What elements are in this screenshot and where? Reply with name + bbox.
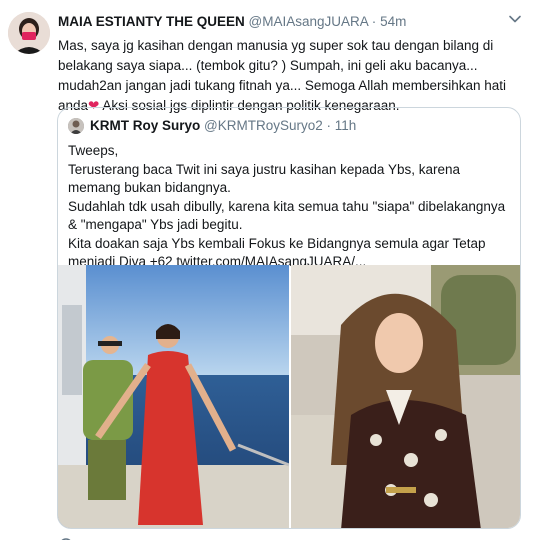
chevron-down-icon[interactable] — [508, 12, 522, 26]
quoted-avatar[interactable] — [68, 118, 84, 134]
avatar[interactable] — [8, 12, 50, 54]
tweet-text: Mas, saya jg kasihan dengan manusia yg s… — [58, 36, 513, 116]
separator-dot: · — [326, 118, 332, 133]
quoted-photo-portrait[interactable] — [291, 265, 520, 528]
quoted-display-name[interactable]: KRMT Roy Suryo — [90, 118, 200, 133]
separator-dot: · — [371, 14, 377, 29]
quoted-text: Tweeps, Terusterang baca Twit ini saya j… — [68, 142, 508, 272]
quoted-line: Terusterang baca Twit ini saya justru ka… — [68, 161, 460, 196]
quoted-line: Sudahlah tdk usah dibully, karena kita s… — [68, 198, 506, 233]
quoted-tweet[interactable]: KRMT Roy Suryo @KRMTRoySuryo2 · 11h Twee… — [57, 107, 521, 529]
tweet-actions — [58, 532, 518, 540]
quoted-timestamp[interactable]: 11h — [335, 118, 357, 133]
quoted-handle[interactable]: @KRMTRoySuryo2 — [204, 118, 323, 133]
display-name[interactable]: MAIA ESTIANTY THE QUEEN — [58, 14, 245, 29]
user-handle[interactable]: @MAIAsangJUARA — [249, 14, 369, 29]
quoted-photo-boat[interactable] — [58, 265, 289, 528]
quoted-header: KRMT Roy Suryo @KRMTRoySuryo2 · 11h — [90, 118, 356, 133]
timestamp[interactable]: 54m — [380, 14, 406, 29]
tweet-header: MAIA ESTIANTY THE QUEEN @MAIAsangJUARA ·… — [58, 14, 518, 32]
quoted-line: Tweeps, — [68, 143, 119, 158]
tweet[interactable]: MAIA ESTIANTY THE QUEEN @MAIAsangJUARA ·… — [0, 0, 536, 540]
